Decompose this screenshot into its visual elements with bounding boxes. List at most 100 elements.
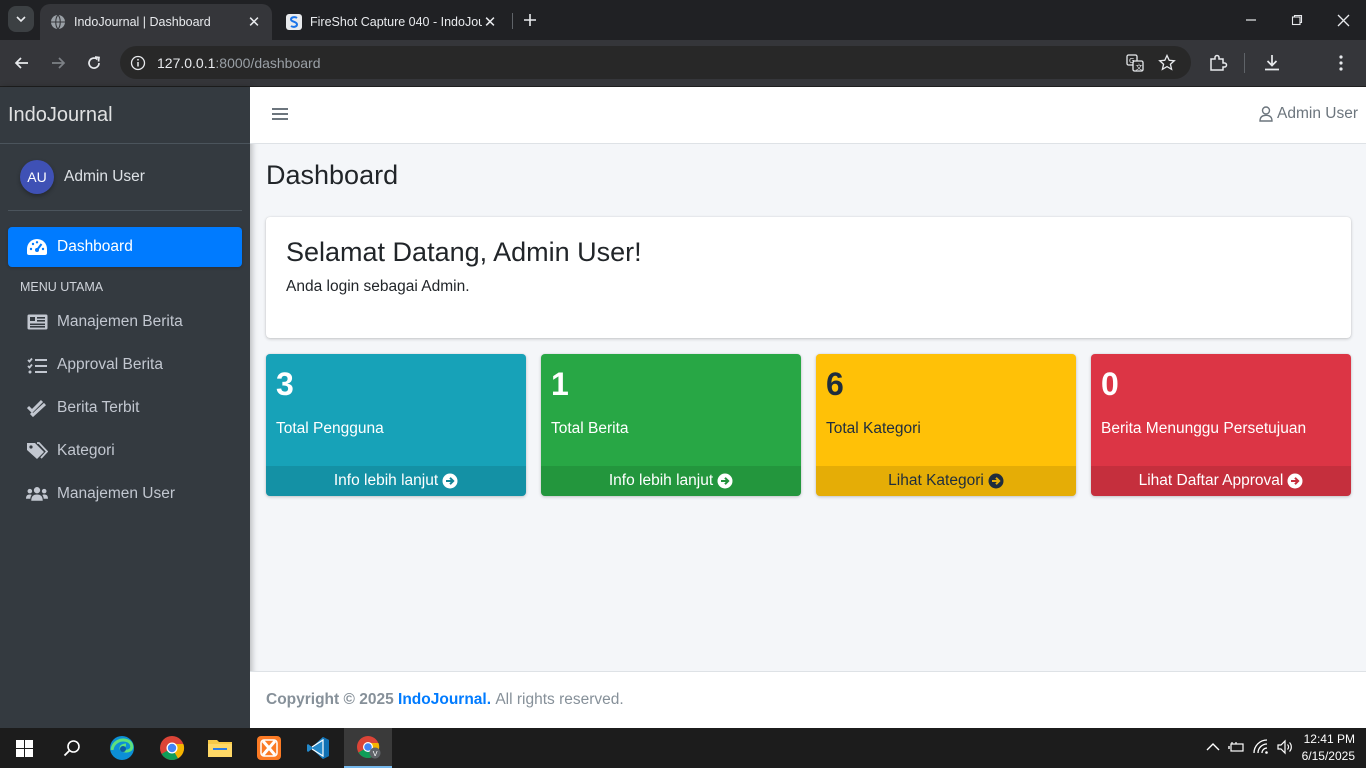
taskbar-chrome-profile[interactable]: V bbox=[344, 728, 392, 768]
sidebar-item-label: Dashboard bbox=[57, 238, 133, 255]
sidebar-item-dashboard[interactable]: Dashboard bbox=[8, 227, 242, 267]
stat-more-info-link[interactable]: Info lebih lanjut bbox=[541, 466, 801, 496]
bookmark-star-icon[interactable] bbox=[1158, 54, 1176, 72]
tasks-icon bbox=[26, 355, 48, 375]
clock-time: 12:41 PM bbox=[1303, 732, 1355, 746]
user-icon bbox=[1259, 106, 1273, 122]
xampp-icon bbox=[257, 736, 281, 760]
site-info-icon[interactable] bbox=[130, 55, 146, 71]
user-avatar: AU bbox=[20, 160, 54, 194]
sidebar-user-name[interactable]: Admin User bbox=[64, 168, 145, 186]
folder-icon bbox=[208, 740, 232, 757]
globe-icon bbox=[51, 14, 65, 30]
newspaper-icon bbox=[26, 312, 48, 332]
chrome-profile-icon: V bbox=[357, 736, 381, 759]
new-tab-button[interactable] bbox=[518, 8, 542, 32]
stat-view-approval-link[interactable]: Lihat Daftar Approval bbox=[1091, 466, 1351, 496]
address-bar[interactable]: 127.0.0.1:8000/dashboard G文 bbox=[120, 46, 1191, 79]
nav-section-header: MENU UTAMA bbox=[20, 280, 104, 294]
user-dropdown[interactable]: Admin User bbox=[1259, 105, 1358, 123]
chevron-up-icon[interactable] bbox=[1204, 738, 1222, 756]
browser-tab-fireshot[interactable]: FireShot Capture 040 - IndoJou ✕ bbox=[276, 4, 508, 40]
tab-search-button[interactable] bbox=[8, 6, 34, 32]
sidebar-nav: Dashboard MENU UTAMA Manajemen Berita Ap… bbox=[0, 227, 250, 514]
back-button[interactable] bbox=[10, 51, 34, 75]
stat-link-label: Info lebih lanjut bbox=[333, 472, 439, 489]
taskbar-file-explorer[interactable] bbox=[196, 728, 244, 768]
url-text[interactable]: 127.0.0.1:8000/dashboard bbox=[157, 55, 320, 71]
stat-card-total-kategori: 6 Total Kategori Lihat Kategori bbox=[816, 354, 1076, 496]
stat-link-label: Info lebih lanjut bbox=[608, 472, 714, 489]
stat-card-berita-menunggu: 0 Berita Menunggu Persetujuan Lihat Daft… bbox=[1091, 354, 1351, 496]
kebab-menu-icon bbox=[1339, 55, 1343, 71]
brand-link[interactable]: IndoJournal bbox=[0, 87, 250, 144]
stat-value: 3 bbox=[276, 366, 294, 402]
close-tab-icon[interactable]: ✕ bbox=[482, 14, 498, 31]
browser-tab-dashboard[interactable]: IndoJournal | Dashboard ✕ bbox=[40, 4, 272, 40]
stat-label: Total Pengguna bbox=[276, 420, 384, 437]
welcome-text: Anda login sebagai Admin. bbox=[286, 278, 470, 295]
footer-brand-link[interactable]: IndoJournal. bbox=[398, 691, 491, 709]
start-button[interactable] bbox=[0, 728, 48, 768]
downloads-button[interactable] bbox=[1261, 52, 1283, 74]
svg-text:文: 文 bbox=[1136, 63, 1143, 72]
user-panel: AU Admin User bbox=[8, 144, 242, 211]
taskbar-chrome[interactable] bbox=[148, 728, 196, 768]
arrow-circle-right-icon bbox=[1287, 473, 1303, 489]
sidebar-item-label: Berita Terbit bbox=[57, 399, 140, 416]
restore-button[interactable] bbox=[1274, 0, 1320, 40]
url-path: :8000/dashboard bbox=[215, 54, 321, 71]
users-icon bbox=[26, 484, 48, 504]
tachometer-icon bbox=[26, 237, 48, 257]
taskbar-xampp[interactable] bbox=[245, 728, 293, 768]
sidebar-item-approval-berita[interactable]: Approval Berita bbox=[8, 345, 242, 385]
taskbar-vscode[interactable] bbox=[294, 728, 342, 768]
tab-title: FireShot Capture 040 - IndoJou bbox=[310, 15, 482, 29]
puzzle-icon bbox=[1210, 54, 1228, 71]
stat-view-categories-link[interactable]: Lihat Kategori bbox=[816, 466, 1076, 496]
stat-more-info-link[interactable]: Info lebih lanjut bbox=[266, 466, 526, 496]
reload-button[interactable] bbox=[82, 51, 106, 75]
sidebar-item-berita-terbit[interactable]: Berita Terbit bbox=[8, 388, 242, 428]
sidebar-item-kategori[interactable]: Kategori bbox=[8, 431, 242, 471]
close-tab-icon[interactable]: ✕ bbox=[246, 14, 262, 31]
extensions-button[interactable] bbox=[1207, 52, 1229, 74]
volume-icon[interactable] bbox=[1276, 738, 1294, 756]
sidebar-item-manajemen-berita[interactable]: Manajemen Berita bbox=[8, 302, 242, 342]
stat-link-label: Lihat Kategori bbox=[888, 472, 984, 489]
fireshot-icon bbox=[286, 14, 302, 30]
close-window-button[interactable] bbox=[1320, 0, 1366, 40]
arrow-circle-right-icon bbox=[442, 473, 458, 489]
taskbar-search-button[interactable] bbox=[48, 728, 96, 768]
taskbar-edge[interactable] bbox=[98, 728, 146, 768]
browser-menu-button[interactable] bbox=[1330, 52, 1352, 74]
plus-icon bbox=[524, 14, 536, 26]
minimize-button[interactable] bbox=[1228, 0, 1274, 40]
sidebar-item-label: Manajemen Berita bbox=[57, 313, 183, 330]
wifi-icon[interactable] bbox=[1252, 738, 1270, 756]
stat-card-total-pengguna: 3 Total Pengguna Info lebih lanjut bbox=[266, 354, 526, 496]
forward-button[interactable] bbox=[46, 51, 70, 75]
sidebar-item-manajemen-user[interactable]: Manajemen User bbox=[8, 474, 242, 514]
battery-plug-icon[interactable] bbox=[1228, 738, 1246, 756]
sidebar-item-label: Kategori bbox=[57, 442, 115, 459]
main-footer: Copyright © 2025 IndoJournal. All rights… bbox=[250, 671, 1366, 728]
tab-title: IndoJournal | Dashboard bbox=[74, 15, 211, 29]
stat-card-total-berita: 1 Total Berita Info lebih lanjut bbox=[541, 354, 801, 496]
hamburger-icon bbox=[272, 108, 288, 120]
system-clock[interactable]: 12:41 PM 6/15/2025 bbox=[1302, 731, 1355, 765]
translate-icon[interactable]: G文 bbox=[1126, 54, 1144, 72]
tags-icon bbox=[26, 441, 48, 461]
os-taskbar: V 12:41 PM 6/15/2025 bbox=[0, 728, 1366, 768]
svg-text:V: V bbox=[373, 750, 378, 758]
toolbar-separator bbox=[1244, 53, 1245, 73]
stat-value: 1 bbox=[551, 366, 569, 402]
sidebar-toggle-button[interactable] bbox=[272, 107, 290, 123]
reload-icon bbox=[88, 56, 100, 69]
stat-value: 6 bbox=[826, 366, 844, 402]
sidebar-item-label: Approval Berita bbox=[57, 356, 163, 373]
chevron-down-icon bbox=[16, 16, 26, 23]
minimize-icon bbox=[1246, 19, 1256, 21]
stat-label: Berita Menunggu Persetujuan bbox=[1101, 420, 1307, 437]
vscode-icon bbox=[307, 737, 329, 759]
